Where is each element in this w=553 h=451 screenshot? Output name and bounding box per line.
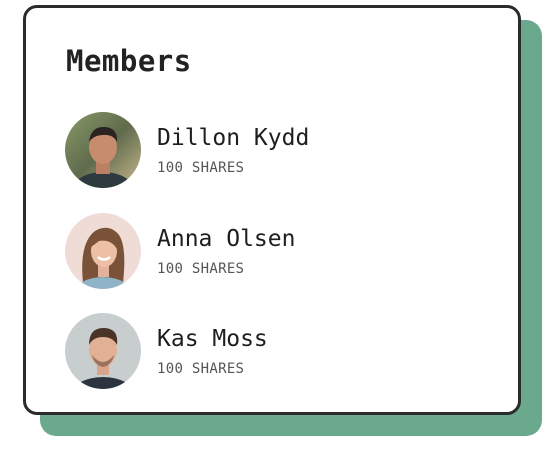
avatar xyxy=(65,313,141,389)
member-shares: 100 SHARES xyxy=(157,160,245,176)
avatar xyxy=(65,112,141,188)
member-shares: 100 SHARES xyxy=(157,261,245,277)
member-item-anna-olsen[interactable]: Anna Olsen 100 SHARES xyxy=(65,213,295,289)
card-title: Members xyxy=(66,44,192,78)
members-card: Members Dillon Kydd 100 SHARES Anna Olse… xyxy=(23,5,521,415)
member-shares: 100 SHARES xyxy=(157,361,245,377)
member-name: Dillon Kydd xyxy=(157,125,310,151)
member-item-kas-moss[interactable]: Kas Moss 100 SHARES xyxy=(65,313,268,389)
member-item-dillon-kydd[interactable]: Dillon Kydd 100 SHARES xyxy=(65,112,309,188)
avatar xyxy=(65,213,141,289)
member-name: Anna Olsen xyxy=(157,226,296,252)
member-name: Kas Moss xyxy=(157,326,268,352)
